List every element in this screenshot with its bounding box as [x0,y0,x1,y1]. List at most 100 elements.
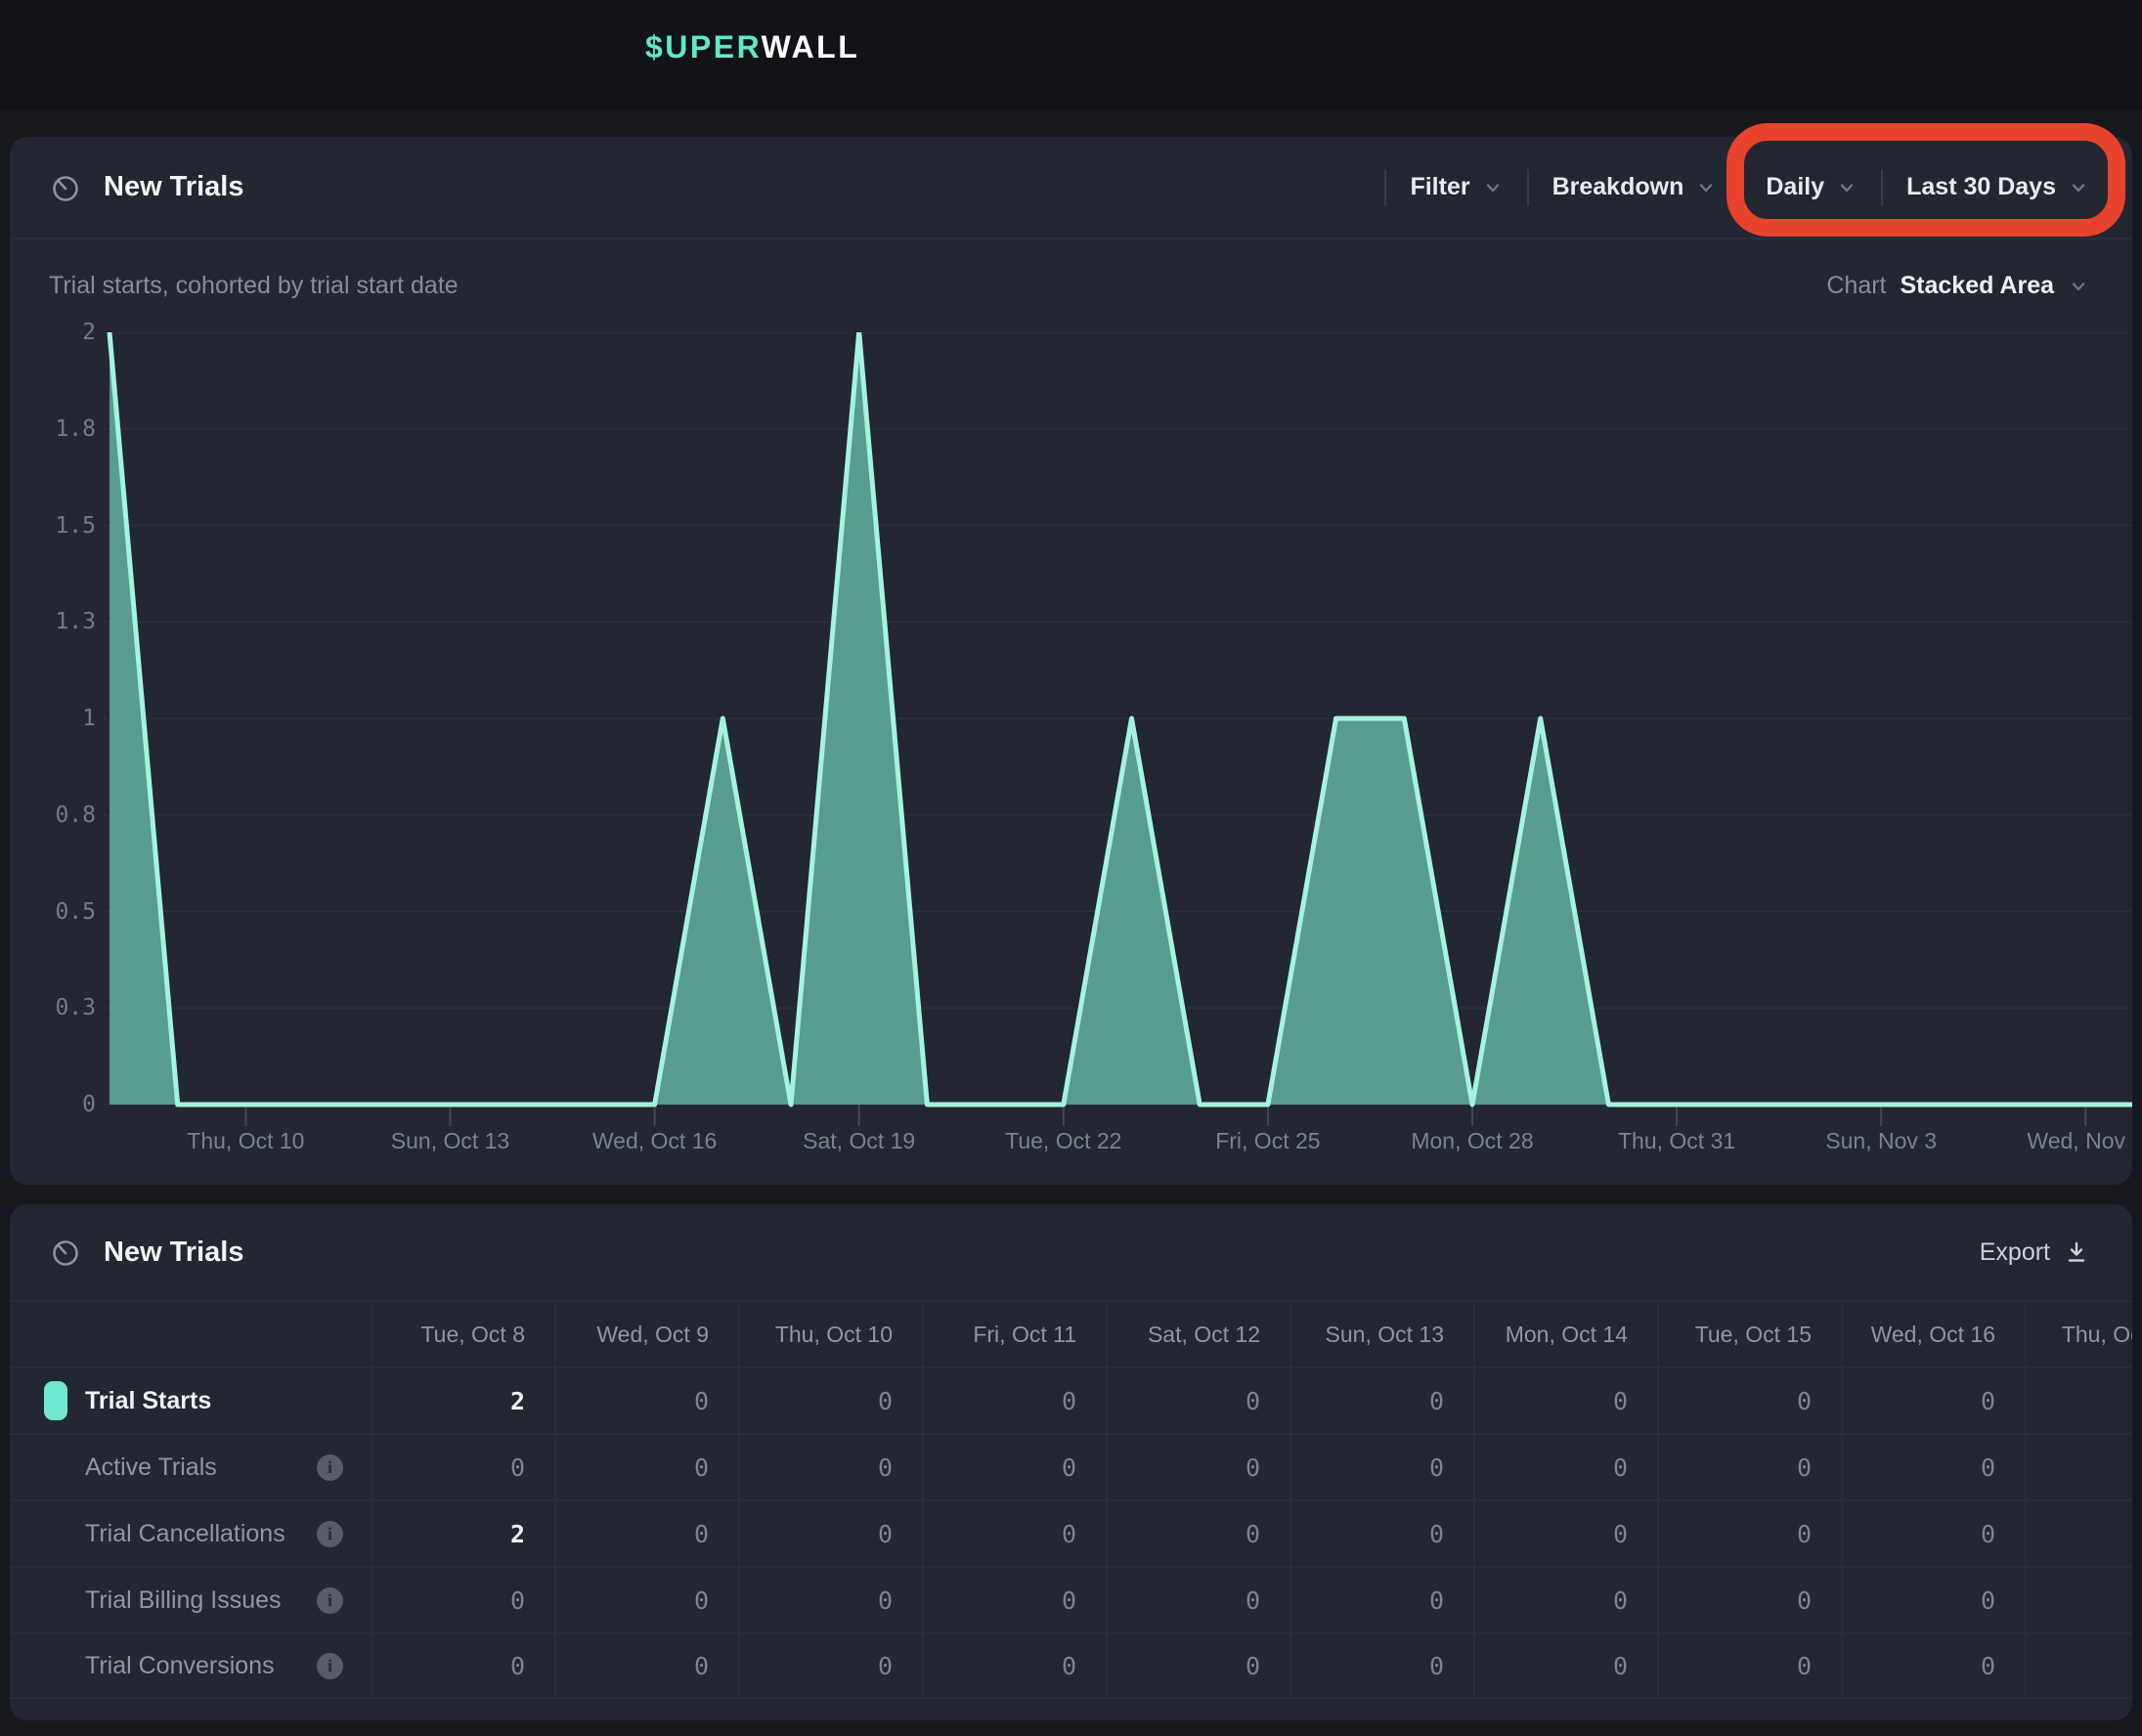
value-cell: 0 [554,1435,738,1499]
row-label-cell: Trial Conversions i [10,1634,371,1697]
column-header: Tue, Oct 8 [371,1302,554,1367]
value-cell: 2 [371,1501,554,1566]
value-cell: 0 [922,1435,1106,1499]
value-cell: 0 [1106,1568,1290,1632]
value-cell: 0 [1841,1501,2025,1566]
row-label: Active Trials [85,1454,217,1482]
area-chart[interactable] [103,332,2132,1126]
value-cell: 0 [1290,1501,1473,1566]
chart-subtitle: Trial starts, cohorted by trial start da… [49,272,459,300]
info-icon[interactable]: i [317,1587,343,1614]
date-range-dropdown[interactable]: Last 30 Days [1906,173,2089,201]
info-icon[interactable]: i [317,1653,343,1679]
chart-type-dropdown[interactable]: Chart Stacked Area [1826,272,2089,300]
value-cell: 0 [1106,1368,1290,1433]
table-panel-title: New Trials [104,1237,243,1269]
logo-rest-text: WALL [762,29,860,65]
column-header: Sun, Oct 13 [1290,1302,1473,1367]
new-trials-chart-panel: New Trials Filter Breakdown Daily [10,137,2132,1185]
row-label: Trial Conversions [85,1652,275,1680]
column-header: Wed, Oct 9 [554,1302,738,1367]
x-axis-label: Thu, Oct 31 [1618,1128,1735,1154]
date-range-value: Last 30 Days [1906,173,2056,201]
column-header: Tue, Oct 15 [1657,1302,1841,1367]
value-cell: 0 [371,1634,554,1697]
x-axis-label: Sat, Oct 19 [803,1128,915,1154]
row-label: Trial Starts [85,1387,211,1415]
export-label: Export [1980,1238,2050,1267]
table-row: Active Trialsi000000000 [10,1433,2132,1499]
filter-label: Filter [1410,173,1469,201]
y-axis-label: 1.3 [55,609,96,634]
x-axis-label: Mon, Oct 28 [1411,1128,1533,1154]
filter-dropdown[interactable]: Filter [1410,173,1503,201]
table-row: Trial Cancellationsi200000000 [10,1499,2132,1566]
value-cell: 0 [738,1568,922,1632]
table-header-row: Tue, Oct 8Wed, Oct 9Thu, Oct 10Fri, Oct … [10,1300,2132,1367]
column-header: Thu, Oct 10 [738,1302,922,1367]
value-cell: 0 [1290,1435,1473,1499]
value-cell: 0 [1290,1568,1473,1632]
x-axis-label: Thu, Oct 10 [187,1128,304,1154]
row-label-cell: Trial Cancellationsi [10,1501,371,1566]
download-icon [2064,1239,2089,1265]
column-header-empty [10,1302,371,1367]
breakdown-dropdown[interactable]: Breakdown [1552,173,1718,201]
value-cell: 0 [1657,1568,1841,1632]
logo-accent-text: $UPER [645,29,762,65]
value-cell: 0 [1473,1568,1657,1632]
value-cell: 0 [738,1435,922,1499]
chart-panel-header: New Trials Filter Breakdown Daily [10,137,2132,239]
y-axis-label: 1.8 [55,416,96,442]
value-cell: 0 [1106,1435,1290,1499]
x-axis-label: Wed, Nov 6 [2027,1128,2132,1154]
chart-controls: Filter Breakdown Daily Last 30 Days [1384,169,2089,206]
x-axis-label: Tue, Oct 22 [1005,1128,1121,1154]
topbar: $UPERWALL [0,0,2142,109]
chart-panel-title: New Trials [104,171,243,203]
x-axis-label: Sun, Oct 13 [391,1128,509,1154]
info-icon[interactable]: i [317,1521,343,1547]
interval-value: Daily [1766,173,1824,201]
row-label: Trial Billing Issues [85,1586,282,1615]
row-label-cell: Trial Starts [10,1368,371,1433]
legend-swatch [44,1381,67,1420]
info-icon[interactable]: i [317,1454,343,1481]
y-axis-label: 0.8 [55,803,96,828]
value-cell: 0 [1473,1501,1657,1566]
table-row: Trial Starts200000000 [10,1367,2132,1433]
value-cell: 0 [1290,1368,1473,1433]
value-cell: 0 [738,1634,922,1697]
export-button[interactable]: Export [1980,1238,2089,1267]
value-cell: 2 [371,1368,554,1433]
table-row: Trial Conversionsi000000000 [10,1632,2132,1699]
app-logo[interactable]: $UPERWALL [645,29,859,65]
value-cell: 0 [922,1368,1106,1433]
column-header: Fri, Oct 11 [922,1302,1106,1367]
chevron-down-icon [2068,177,2089,198]
value-cell: 0 [1841,1368,2025,1433]
x-axis: Thu, Oct 10Sun, Oct 13Wed, Oct 16Sat, Oc… [10,1128,2132,1167]
table-title-group: New Trials [49,1236,243,1269]
value-cell [2025,1634,2132,1697]
value-cell: 0 [554,1501,738,1566]
chart-type-label: Chart [1826,272,1886,300]
column-header: Sat, Oct 12 [1106,1302,1290,1367]
value-cell: 0 [554,1368,738,1433]
value-cell [2025,1368,2132,1433]
y-axis-label: 1 [82,706,96,731]
value-cell: 0 [1841,1568,2025,1632]
value-cell: 0 [1290,1634,1473,1697]
interval-dropdown[interactable]: Daily [1766,173,1858,201]
row-label-cell: Active Trials i [10,1435,371,1499]
divider [1881,169,1883,206]
table-panel-header: New Trials Export [10,1204,2132,1300]
value-cell: 0 [1106,1634,1290,1697]
column-header: Wed, Oct 16 [1841,1302,2025,1367]
y-axis-label: 2 [82,320,96,345]
chevron-down-icon [1836,177,1858,198]
value-cell: 0 [738,1501,922,1566]
value-cell: 0 [1841,1435,2025,1499]
value-cell [2025,1435,2132,1499]
timer-icon [49,1236,82,1269]
